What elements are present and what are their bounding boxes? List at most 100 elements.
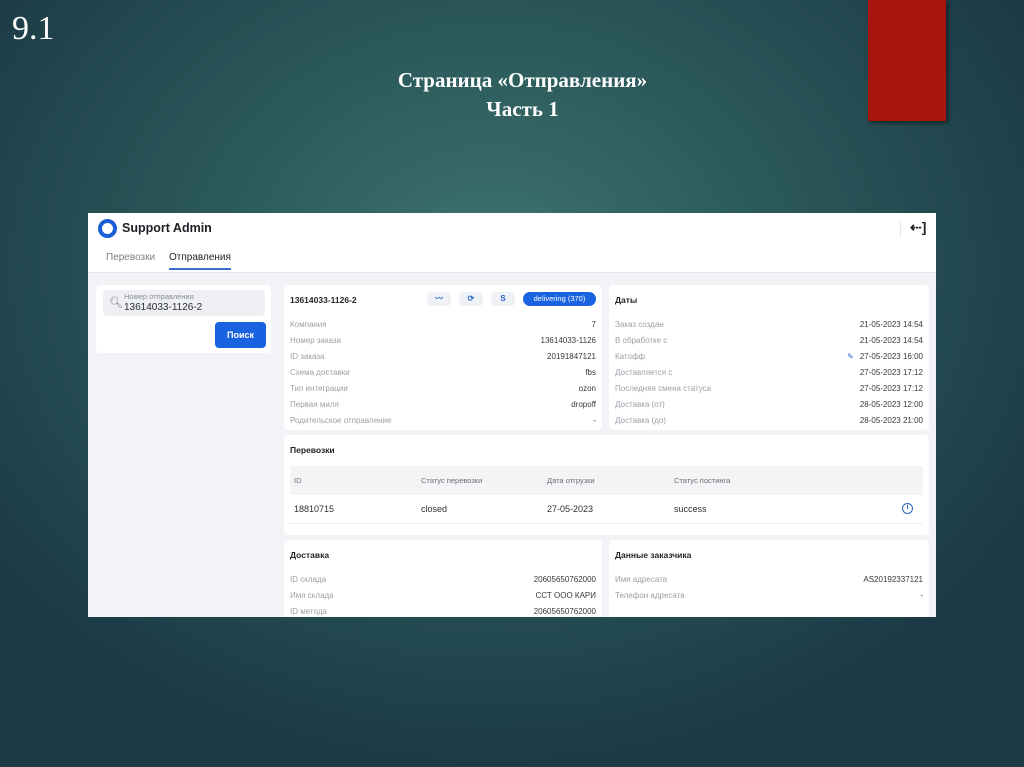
field-row: В обработке с 21-05-2023 14:54	[615, 332, 923, 348]
shipments-title: Перевозки	[290, 445, 335, 455]
field-value: dropoff	[571, 399, 596, 409]
field-row: Имя склада ССТ ООО КАРИ	[290, 587, 596, 603]
field-row: Доставка (от) 28-05-2023 12:00	[615, 396, 923, 412]
field-value: fbs	[585, 367, 596, 377]
field-label: В обработке с	[615, 335, 668, 345]
search-button[interactable]: Поиск	[215, 322, 266, 348]
field-row: ID склада 20605650762000	[290, 571, 596, 587]
field-row: Компания 7	[290, 316, 596, 332]
field-value: 27-05-2023 16:00	[859, 351, 923, 361]
dates-card: Даты Заказ создан 21-05-2023 14:54 В обраб…	[609, 285, 929, 430]
slide-title: Страница «Отправления» Часть 1	[300, 66, 745, 124]
refresh-button[interactable]: ⟳	[459, 292, 483, 306]
field-value: -	[593, 415, 596, 425]
table-header: ID Статус перевозки Дата отгрузки Статус…	[290, 466, 923, 495]
field-value: ССТ ООО КАРИ	[535, 590, 596, 600]
field-label: Телефон адресата	[615, 590, 685, 600]
field-value: 28-05-2023 12:00	[859, 399, 923, 409]
shipments-card: Перевозки ID Статус перевозки Дата отгру…	[284, 435, 929, 535]
field-value: 27-05-2023 17:12	[859, 383, 923, 393]
field-label: Компания	[290, 319, 327, 329]
info-icon[interactable]: i	[902, 503, 913, 514]
cell-date: 27-05-2023	[547, 504, 594, 514]
delivery-title: Доставка	[290, 550, 330, 560]
field-row: Тип интеграции ozon	[290, 380, 596, 396]
field-value: ozon	[578, 383, 596, 393]
field-label: Схема доставки	[290, 367, 350, 377]
field-row: ID заказа 20191847121	[290, 348, 596, 364]
field-label: Тип интеграции	[290, 383, 348, 393]
field-label: Доставка (до)	[615, 415, 667, 425]
field-value: 21-05-2023 14:54	[859, 335, 923, 345]
search-icon: 🔍︎	[109, 297, 123, 309]
header: Support Admin ⇠] Перевозки Отправления	[88, 213, 936, 273]
field-value: 21-05-2023 14:54	[859, 319, 923, 329]
logout-icon[interactable]: ⇠]	[910, 219, 926, 236]
dates-title: Даты	[615, 295, 638, 305]
tab-shipments[interactable]: Перевозки	[106, 252, 155, 263]
field-label: Первая миля	[290, 399, 339, 409]
field-row: Доставка (до) 28-05-2023 21:00	[615, 412, 923, 428]
search-placeholder: Номер отправления	[124, 292, 194, 301]
field-row: Катофф ✎ 27-05-2023 16:00	[615, 348, 923, 364]
sync-button[interactable]: S	[491, 292, 515, 306]
field-row: Схема доставки fbs	[290, 364, 596, 380]
field-label: ID склада	[290, 574, 327, 584]
field-label: Катофф	[615, 351, 646, 361]
customer-card: Данные заказчика Имя адресата AS201923371…	[609, 540, 929, 617]
table-row: 18810715 closed 27-05-2023 success i	[290, 495, 923, 524]
tab-postings[interactable]: Отправления	[169, 252, 231, 270]
app-screenshot: Support Admin ⇠] Перевозки Отправления 🔍…	[88, 213, 936, 617]
col-date: Дата отгрузки	[547, 476, 595, 485]
field-label: Доставка (от)	[615, 399, 665, 409]
cell-posting-status: success	[674, 504, 707, 514]
field-row: Родительское отправление -	[290, 412, 596, 428]
field-label: ID заказа	[290, 351, 325, 361]
chart-button[interactable]: 〰	[427, 292, 451, 306]
field-row: Номер заказа 13614033-1126	[290, 332, 596, 348]
field-row: Доставляется с 27-05-2023 17:12	[615, 364, 923, 380]
logo-icon	[98, 219, 117, 238]
field-value: AS20192337121	[863, 574, 923, 584]
field-row: Последняя смена статуса 27-05-2023 17:12	[615, 380, 923, 396]
field-row: ID метода 20605650762000	[290, 603, 596, 617]
customer-fields: Имя адресата AS20192337121 Телефон адресат…	[615, 571, 923, 603]
delivery-fields: ID склада 20605650762000 Имя склада ССТ ООО…	[290, 571, 596, 617]
search-value: 13614033-1126-2	[124, 302, 203, 313]
accent-block	[868, 0, 946, 121]
field-label: Родительское отправление	[290, 415, 392, 425]
field-value: 13614033-1126	[540, 335, 596, 345]
title-line-1: Страница «Отправления»	[397, 68, 648, 92]
delivery-card: Доставка ID склада 20605650762000 Имя скла…	[284, 540, 602, 617]
customer-title: Данные заказчика	[615, 550, 692, 560]
status-badge: delivering (370)	[523, 292, 596, 306]
field-value: 20191847121	[547, 351, 596, 361]
field-label: Заказ создан	[615, 319, 664, 329]
field-row: Первая миля dropoff	[290, 396, 596, 412]
search-card: 🔍︎ Номер отправления 13614033-1126-2 Пои…	[96, 285, 271, 353]
edit-icon[interactable]: ✎	[847, 352, 854, 361]
field-row: Телефон адресата -	[615, 587, 923, 603]
search-input[interactable]: 🔍︎ Номер отправления 13614033-1126-2	[103, 290, 265, 316]
col-id: ID	[294, 476, 302, 485]
cell-status: closed	[421, 504, 448, 514]
field-label: Имя склада	[290, 590, 334, 600]
field-row: Заказ создан 21-05-2023 14:54	[615, 316, 923, 332]
field-label: ID метода	[290, 606, 327, 616]
field-value: 27-05-2023 17:12	[859, 367, 923, 377]
field-value: 7	[591, 319, 596, 329]
col-posting-status: Статус постинга	[674, 476, 731, 485]
cell-id: 18810715	[294, 504, 335, 514]
col-status: Статус перевозки	[421, 476, 483, 485]
slide-number: 9.1	[12, 10, 55, 47]
posting-fields: Компания 7 Номер заказа 13614033-1126 ID зак…	[290, 316, 596, 428]
app-title: Support Admin	[122, 221, 212, 235]
field-label: Последняя смена статуса	[615, 383, 712, 393]
field-value: -	[920, 590, 923, 600]
field-value: 20605650762000	[533, 606, 596, 616]
field-label: Имя адресата	[615, 574, 668, 584]
title-line-2: Часть 1	[486, 97, 559, 121]
dates-fields: Заказ создан 21-05-2023 14:54 В обработке …	[615, 316, 923, 428]
posting-card: 13614033-1126-2 〰 ⟳ S delivering (370) К…	[284, 285, 602, 430]
field-value: 20605650762000	[533, 574, 596, 584]
